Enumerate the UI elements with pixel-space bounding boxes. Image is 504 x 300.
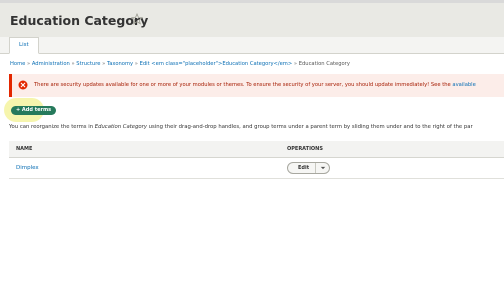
breadcrumb-link-home[interactable]: Home (10, 61, 25, 67)
column-header-name[interactable]: NAME (16, 146, 32, 152)
available-updates-link[interactable]: available (452, 82, 475, 88)
page-header: Education Category (0, 3, 504, 38)
vocabulary-name: Education Category (94, 124, 147, 130)
security-warning-message: There are security updates available for… (9, 74, 504, 97)
page-title: Education Category (10, 13, 149, 28)
table-row: Dimplex Edit (9, 158, 504, 179)
breadcrumb-separator: » (102, 61, 106, 67)
dropbutton-divider (315, 163, 316, 173)
breadcrumb-link-taxonomy[interactable]: Taxonomy (107, 61, 133, 67)
column-header-operations: OPERATIONS (287, 146, 323, 152)
star-icon[interactable] (131, 13, 143, 25)
breadcrumb-separator: » (293, 61, 298, 67)
description-text-end: using their drag-and-drop handles, and g… (146, 124, 473, 130)
tab-list[interactable]: List (9, 37, 39, 54)
error-circle-icon (18, 80, 28, 90)
breadcrumb: Home » Administration » Structure » Taxo… (10, 61, 350, 67)
reorganize-description: You can reorganize the terms in Educatio… (9, 124, 473, 130)
breadcrumb-separator: » (134, 61, 138, 67)
breadcrumb-link-structure[interactable]: Structure (76, 61, 100, 67)
table-header: NAME OPERATIONS (9, 141, 504, 158)
breadcrumb-current: Education Category (298, 61, 350, 67)
add-terms-button[interactable]: + Add terms (11, 106, 57, 115)
tab-bar: List (0, 37, 504, 54)
breadcrumb-link-administration[interactable]: Administration (32, 61, 70, 67)
term-name-link[interactable]: Dimplex (16, 165, 39, 171)
chevron-down-icon[interactable] (319, 165, 327, 171)
breadcrumb-link-edit[interactable]: Edit <em class="placeholder">Education C… (140, 61, 293, 67)
description-text: You can reorganize the terms in (9, 124, 95, 130)
breadcrumb-separator: » (26, 61, 31, 67)
breadcrumb-separator: » (71, 61, 75, 67)
security-warning-text: There are security updates available for… (34, 82, 476, 88)
operations-dropbutton: Edit (287, 162, 330, 174)
message-body: There are security updates available for… (34, 82, 451, 88)
edit-button[interactable]: Edit (298, 165, 309, 171)
